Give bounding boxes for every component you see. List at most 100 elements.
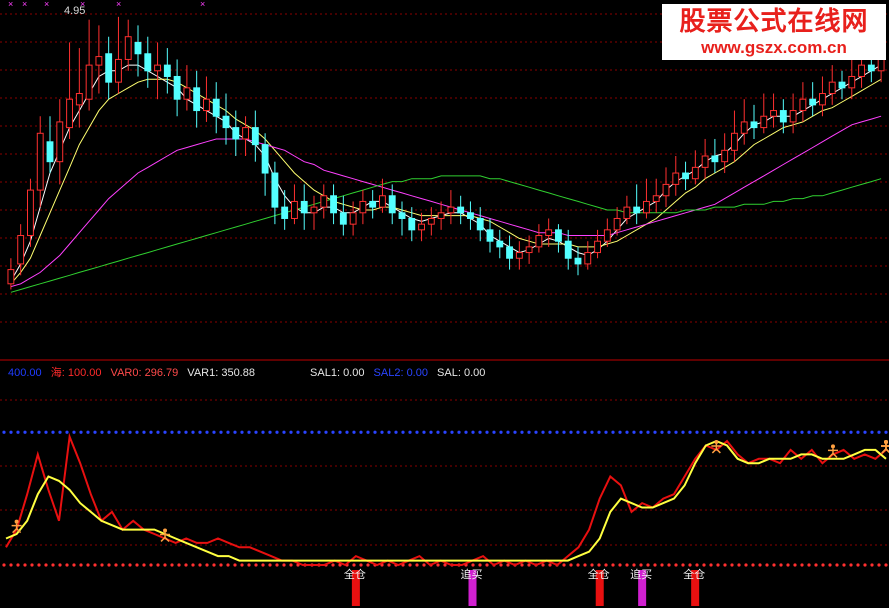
reference-dot-upper (191, 430, 195, 434)
candle (66, 42, 73, 139)
reference-dot-upper (233, 430, 237, 434)
reference-dot-lower (541, 563, 545, 567)
reference-dot-upper (373, 430, 377, 434)
candle-body (828, 81, 836, 95)
reference-dot-upper (9, 430, 13, 434)
reference-dot-upper (128, 430, 132, 434)
candle-body (711, 155, 719, 163)
reference-dot-lower (709, 563, 713, 567)
candle-body (75, 93, 83, 106)
reference-dot-lower (65, 563, 69, 567)
candle-body (867, 64, 875, 72)
chart-canvas: × × × × × × 全仓 追买 全仓 追买 全仓 (0, 0, 889, 606)
reference-dot-upper (849, 430, 853, 434)
candle-body (515, 252, 523, 259)
candle (437, 201, 445, 230)
candle (261, 133, 269, 196)
candle (251, 110, 259, 162)
reference-dot-upper (478, 430, 482, 434)
reference-dot-upper (520, 430, 524, 434)
reference-dot-upper (436, 430, 440, 434)
candle-body (506, 246, 513, 259)
figure-head (830, 444, 835, 449)
indicator-line-0 (5, 432, 887, 567)
reference-dot-upper (856, 430, 860, 434)
reference-dot-lower (156, 563, 160, 567)
candle (633, 184, 641, 225)
reference-dot-upper (569, 430, 573, 434)
candle-body (339, 212, 347, 225)
reference-dot-upper (555, 430, 559, 434)
reference-dot-upper (198, 430, 202, 434)
candle-body (134, 41, 142, 55)
candle (652, 178, 660, 213)
top-marker-x: × (22, 0, 27, 9)
candle-body (427, 217, 435, 225)
reference-dot-upper (590, 430, 594, 434)
reference-dot-lower (625, 563, 629, 567)
reference-dot-upper (408, 430, 412, 434)
reference-dot-lower (639, 563, 643, 567)
candle (613, 207, 621, 236)
candle (339, 195, 347, 236)
reference-dot-upper (758, 430, 762, 434)
reference-dot-upper (450, 430, 454, 434)
candle-body (418, 223, 425, 231)
reference-dot-lower (723, 563, 727, 567)
reference-dot-upper (814, 430, 818, 434)
candle (467, 201, 474, 230)
candle-body (789, 110, 797, 123)
reference-dot-upper (72, 430, 76, 434)
reference-dot-upper (268, 430, 272, 434)
candle-body (330, 195, 337, 214)
candle (105, 36, 113, 100)
reference-dot-lower (268, 563, 272, 567)
candle (163, 48, 171, 94)
figure-head (163, 528, 168, 533)
reference-dot-upper (716, 430, 720, 434)
candle (779, 99, 787, 134)
reference-dot-lower (240, 563, 244, 567)
reference-dot-upper (562, 430, 566, 434)
reference-dot-lower (37, 563, 41, 567)
reference-dot-lower (191, 563, 195, 567)
candle-body (457, 206, 465, 214)
candle-body (310, 206, 318, 214)
reference-dot-upper (821, 430, 825, 434)
reference-dot-upper (282, 430, 286, 434)
reference-dot-lower (877, 563, 881, 567)
reference-dot-upper (541, 430, 545, 434)
reference-dot-upper (324, 430, 328, 434)
candle-body (183, 87, 191, 100)
candle (535, 224, 543, 253)
reference-dot-lower (828, 563, 832, 567)
chase-buy-label: 追买 (461, 567, 483, 581)
candle (320, 184, 328, 219)
reference-dot-lower (842, 563, 846, 567)
reference-dot-lower (856, 563, 860, 567)
candle-body (144, 53, 152, 72)
reference-dot-upper (807, 430, 811, 434)
reference-dot-lower (520, 563, 524, 567)
ma-line-ma30 (10, 115, 882, 288)
legend-sal1: SAL1: 0.00 (310, 367, 365, 379)
reference-dot-lower (646, 563, 650, 567)
reference-dot-lower (765, 563, 769, 567)
candle (183, 65, 191, 111)
stock-chart-screen: × × × × × × 全仓 追买 全仓 追买 全仓 4.95 股票公式在线网 www.gszx.… (0, 0, 889, 608)
candle (173, 59, 181, 117)
reference-dot-upper (653, 430, 657, 434)
candle (212, 82, 220, 134)
reference-dot-upper (884, 430, 888, 434)
candle-body (731, 132, 738, 151)
reference-dot-lower (366, 563, 370, 567)
candle (398, 201, 406, 236)
peak-price-label: 4.95 (64, 5, 86, 17)
reference-dot-lower (485, 563, 489, 567)
candle-body (281, 206, 289, 219)
candle (789, 93, 797, 134)
reference-dot-upper (79, 430, 83, 434)
reference-dot-lower (408, 563, 412, 567)
reference-dot-lower (681, 563, 685, 567)
reference-dot-lower (86, 563, 90, 567)
